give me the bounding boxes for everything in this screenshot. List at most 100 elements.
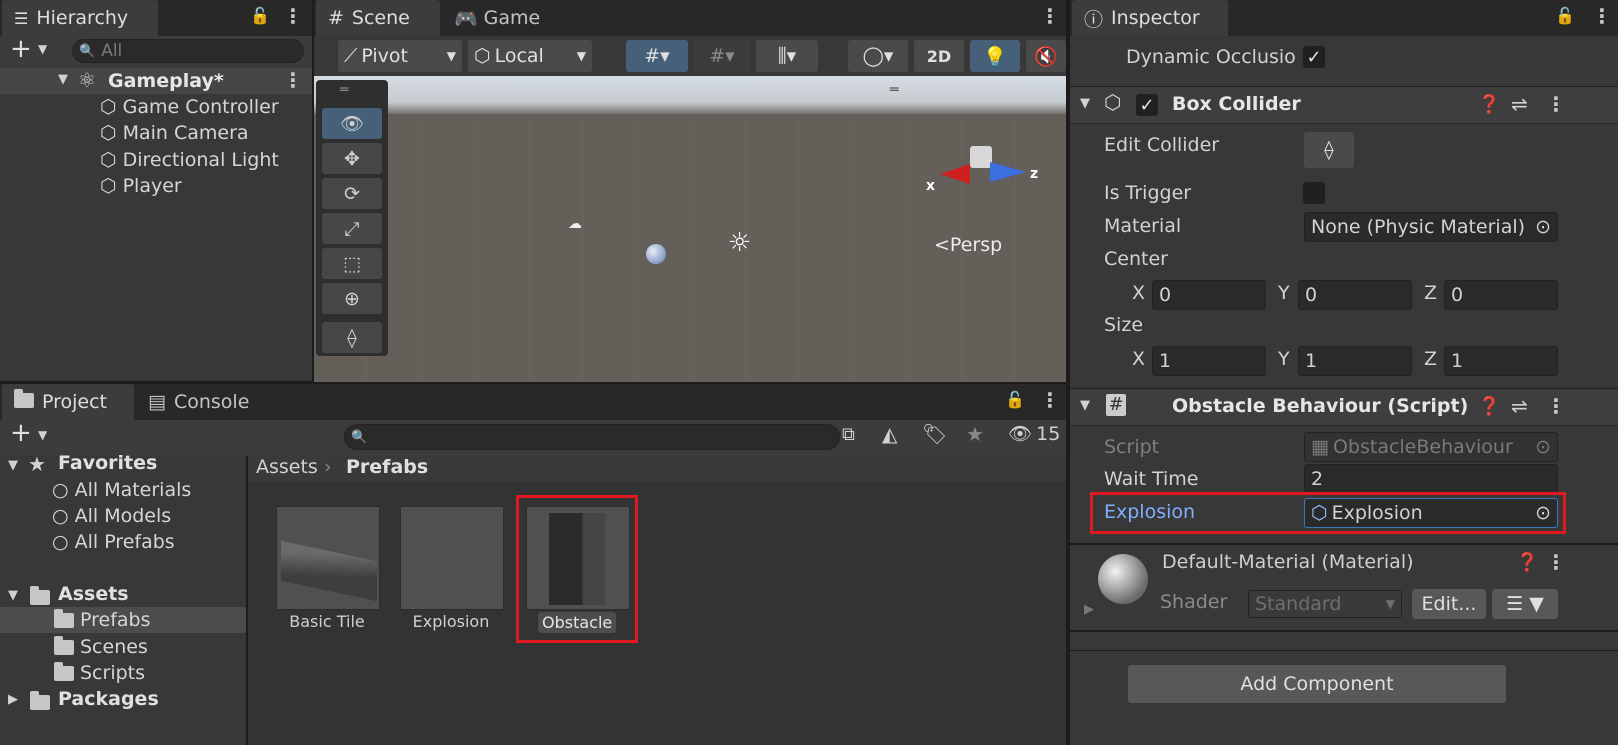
folder-item-scripts[interactable]: Scripts <box>54 661 145 684</box>
is-trigger-checkbox[interactable] <box>1303 182 1325 204</box>
lock-icon[interactable]: 🔓 <box>1005 390 1025 409</box>
tab-game[interactable]: 🎮 Game <box>442 0 562 36</box>
scale-icon: ⤢ <box>344 217 360 240</box>
material-menu-icon[interactable]: ⋮ <box>1546 550 1566 574</box>
breadcrumb-assets[interactable]: Assets <box>256 456 318 478</box>
audio-toggle-button[interactable]: 🔇 <box>1026 40 1066 72</box>
hierarchy-menu-icon[interactable]: ⋮ <box>283 4 303 28</box>
material-options-button[interactable]: ☰ ▼ <box>1492 589 1558 619</box>
hierarchy-item[interactable]: ⬡ Game Controller <box>100 96 279 118</box>
add-component-button[interactable]: Add Component <box>1128 665 1506 703</box>
chevron-down-icon[interactable]: ▼ <box>38 428 47 442</box>
overlay-handle-icon[interactable]: ═ <box>890 82 898 98</box>
favorites-item[interactable]: ○ All Models <box>52 505 171 527</box>
edit-shader-button[interactable]: Edit... <box>1412 589 1486 619</box>
orientation-gizmo[interactable]: x z <box>918 116 1038 206</box>
component-menu-icon[interactable]: ⋮ <box>1546 92 1566 116</box>
preset-icon[interactable]: ⇌ <box>1511 394 1528 418</box>
scale-tool-button[interactable]: ⤢ <box>322 213 382 244</box>
favorites-label[interactable]: Favorites <box>58 452 157 474</box>
toggle-2d-button[interactable]: 2D <box>914 40 964 72</box>
collapsed-arrow-icon[interactable]: ▶ <box>8 692 18 707</box>
project-menu-icon[interactable]: ⋮ <box>1040 388 1060 412</box>
size-y-field[interactable]: 1 <box>1298 346 1412 376</box>
help-icon[interactable]: ❓ <box>1478 94 1500 115</box>
lock-icon[interactable]: 🔓 <box>1555 6 1575 25</box>
eye-slash-icon: 👁 <box>1008 423 1033 445</box>
view-tool-button[interactable]: 👁 <box>322 108 382 139</box>
expand-arrow-icon[interactable]: ▼ <box>1080 398 1090 413</box>
lock-icon[interactable]: 🔓 <box>250 6 270 25</box>
rect-tool-button[interactable]: ⬚ <box>322 248 382 279</box>
expand-arrow-icon[interactable]: ▼ <box>1080 96 1090 111</box>
expand-arrow-icon[interactable]: ▼ <box>58 72 68 87</box>
help-icon[interactable]: ❓ <box>1478 396 1500 417</box>
filter-by-label-icon[interactable]: 🏷 <box>922 422 947 446</box>
preset-icon[interactable]: ⇌ <box>1511 92 1528 116</box>
add-icon[interactable]: + <box>10 34 32 64</box>
prefab-thumb-explosion[interactable] <box>400 506 504 610</box>
folder-item-prefabs[interactable]: Prefabs <box>54 608 151 631</box>
help-icon[interactable]: ❓ <box>1516 552 1538 573</box>
add-icon[interactable]: + <box>10 418 32 448</box>
collapsed-arrow-icon[interactable]: ▶ <box>1084 602 1094 617</box>
assets-label[interactable]: Assets <box>58 583 129 605</box>
scene-menu-icon[interactable]: ⋮ <box>283 68 303 92</box>
chevron-down-icon[interactable]: ▼ <box>38 42 47 56</box>
palette-handle-icon[interactable]: ═ <box>340 82 348 98</box>
tab-console[interactable]: ▤ Console <box>136 384 276 420</box>
favorite-star-icon[interactable]: ★ <box>966 422 984 446</box>
hidden-packages-toggle[interactable]: 👁 15 <box>1008 422 1060 445</box>
search-by-type-icon[interactable]: ⧉ <box>842 424 855 445</box>
local-dropdown[interactable]: ⬡ Local ▼ <box>468 40 592 72</box>
tab-project[interactable]: Project <box>2 384 134 420</box>
rotate-tool-button[interactable]: ⟳ <box>322 178 382 209</box>
size-x-field[interactable]: 1 <box>1152 346 1266 376</box>
wait-time-field[interactable]: 2 <box>1304 464 1558 494</box>
center-x-field[interactable]: 0 <box>1152 280 1266 310</box>
pivot-dropdown[interactable]: ⟋ Pivot ▼ <box>338 40 462 72</box>
favorites-item[interactable]: ○ All Prefabs <box>52 531 175 553</box>
hierarchy-item[interactable]: ⬡ Directional Light <box>100 149 279 171</box>
scene-sphere[interactable] <box>646 244 666 264</box>
ruler-button[interactable]: ⫼▾ <box>756 40 818 72</box>
prefab-thumb-basic-tile[interactable] <box>276 506 380 610</box>
folder-item-scenes[interactable]: Scenes <box>54 635 148 658</box>
favorites-item[interactable]: ○ All Materials <box>52 479 191 501</box>
transform-tool-button[interactable]: ⊕ <box>322 283 382 314</box>
scene-menu-icon[interactable]: ⋮ <box>1040 4 1060 28</box>
hierarchy-item[interactable]: ⬡ Main Camera <box>100 122 249 144</box>
edit-collider-tool-button[interactable]: ⟠ <box>322 322 382 353</box>
persp-label[interactable]: <Persp <box>934 234 1002 256</box>
camera-gizmo-icon[interactable]: ☁ <box>568 216 582 232</box>
breadcrumb-prefabs[interactable]: Prefabs <box>346 456 428 478</box>
material-field[interactable]: None (Physic Material) ⊙ <box>1304 212 1558 242</box>
center-z-field[interactable]: 0 <box>1444 280 1558 310</box>
tab-inspector[interactable]: ⓘ Inspector <box>1072 0 1228 36</box>
light-gizmo-icon[interactable]: ☼ <box>728 228 751 258</box>
dynamic-occlusion-checkbox[interactable]: ✓ <box>1303 46 1325 68</box>
tab-scene[interactable]: # Scene <box>316 0 440 36</box>
inspector-menu-icon[interactable]: ⋮ <box>1592 4 1612 28</box>
increment-snap-button[interactable]: #▾ <box>694 40 750 72</box>
tab-hierarchy[interactable]: ☰ Hierarchy <box>2 0 158 36</box>
shader-dropdown[interactable]: Standard ▼ <box>1248 590 1402 618</box>
size-z-field[interactable]: 1 <box>1444 346 1558 376</box>
project-search-input[interactable]: 🔍 <box>344 424 840 450</box>
component-menu-icon[interactable]: ⋮ <box>1546 394 1566 418</box>
scene-viewport[interactable]: ═ ☁ ☼ x z <Persp <box>314 76 1066 382</box>
draw-mode-button[interactable]: ◯▾ <box>848 40 908 72</box>
expand-arrow-icon[interactable]: ▼ <box>8 458 18 473</box>
lighting-toggle-button[interactable]: 💡 <box>970 40 1020 72</box>
center-y-field[interactable]: 0 <box>1298 280 1412 310</box>
move-tool-button[interactable]: ✥ <box>322 143 382 174</box>
hierarchy-search-input[interactable]: 🔍 All <box>72 39 304 63</box>
expand-arrow-icon[interactable]: ▼ <box>8 588 18 603</box>
object-picker-icon[interactable]: ⊙ <box>1535 216 1551 238</box>
edit-collider-button[interactable]: ⟠ <box>1304 132 1354 168</box>
box-collider-enabled-checkbox[interactable]: ✓ <box>1136 94 1158 116</box>
packages-label[interactable]: Packages <box>58 688 159 710</box>
grid-snap-button[interactable]: #▾ <box>626 40 688 72</box>
filter-by-type-icon[interactable]: ◭ <box>882 422 897 446</box>
hierarchy-item[interactable]: ⬡ Player <box>100 175 182 197</box>
